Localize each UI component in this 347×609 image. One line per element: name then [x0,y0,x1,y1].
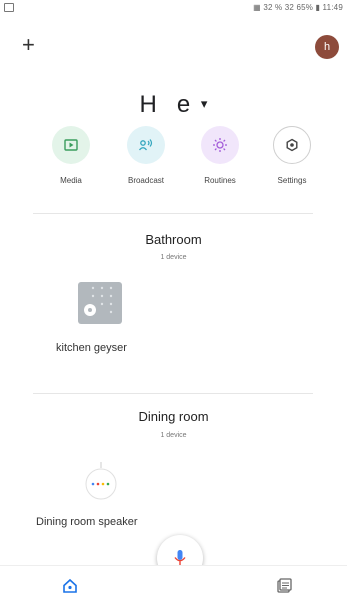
status-bar: ▦ 32 % 32 65% ▮ 11:49 [0,0,347,18]
nav-home-tab[interactable] [62,578,78,599]
device-name: Dining room speaker [36,516,138,528]
divider [33,213,313,214]
room-device-count: 1 device [160,254,187,261]
media-circle [52,126,90,164]
media-button[interactable]: Media [41,126,101,185]
broadcast-label: Broadcast [127,176,165,185]
gear-icon [286,138,298,152]
routines-circle [201,126,239,164]
device-name: kitchen geyser [56,342,127,354]
chevron-down-icon: ▾ [200,96,208,111]
feed-icon [277,578,292,593]
room-title-dining-room: Dining room [138,409,209,424]
settings-button[interactable]: Settings [262,126,322,185]
broadcast-button[interactable]: Broadcast [116,126,176,185]
media-label: Media [60,176,82,185]
home-selector[interactable]: H e ▾ [0,91,347,119]
nav-feed-tab[interactable] [276,578,292,599]
geyser-icon [78,282,122,324]
divider [33,393,313,394]
device-dining-room-speaker[interactable]: Dining room speaker [36,462,166,528]
broadcast-icon [138,139,153,151]
media-icon [64,139,78,151]
device-kitchen-geyser[interactable]: kitchen geyser [56,282,127,354]
settings-label: Settings [277,176,307,185]
routines-icon [213,138,227,152]
home-title: H e [139,91,191,118]
add-button[interactable]: + [22,34,35,56]
speaker-icon [85,462,117,500]
settings-circle [273,126,311,164]
notification-icon [4,3,14,12]
routines-button[interactable]: Routines [190,126,250,185]
home-icon [63,578,77,593]
routines-label: Routines [204,176,236,185]
room-title-bathroom: Bathroom [145,232,202,247]
bottom-nav [0,565,347,609]
status-indicators: ▦ 32 % 32 65% ▮ 11:49 [253,3,343,12]
broadcast-circle [127,126,165,164]
avatar[interactable]: h [315,35,339,59]
room-device-count: 1 device [160,432,187,439]
